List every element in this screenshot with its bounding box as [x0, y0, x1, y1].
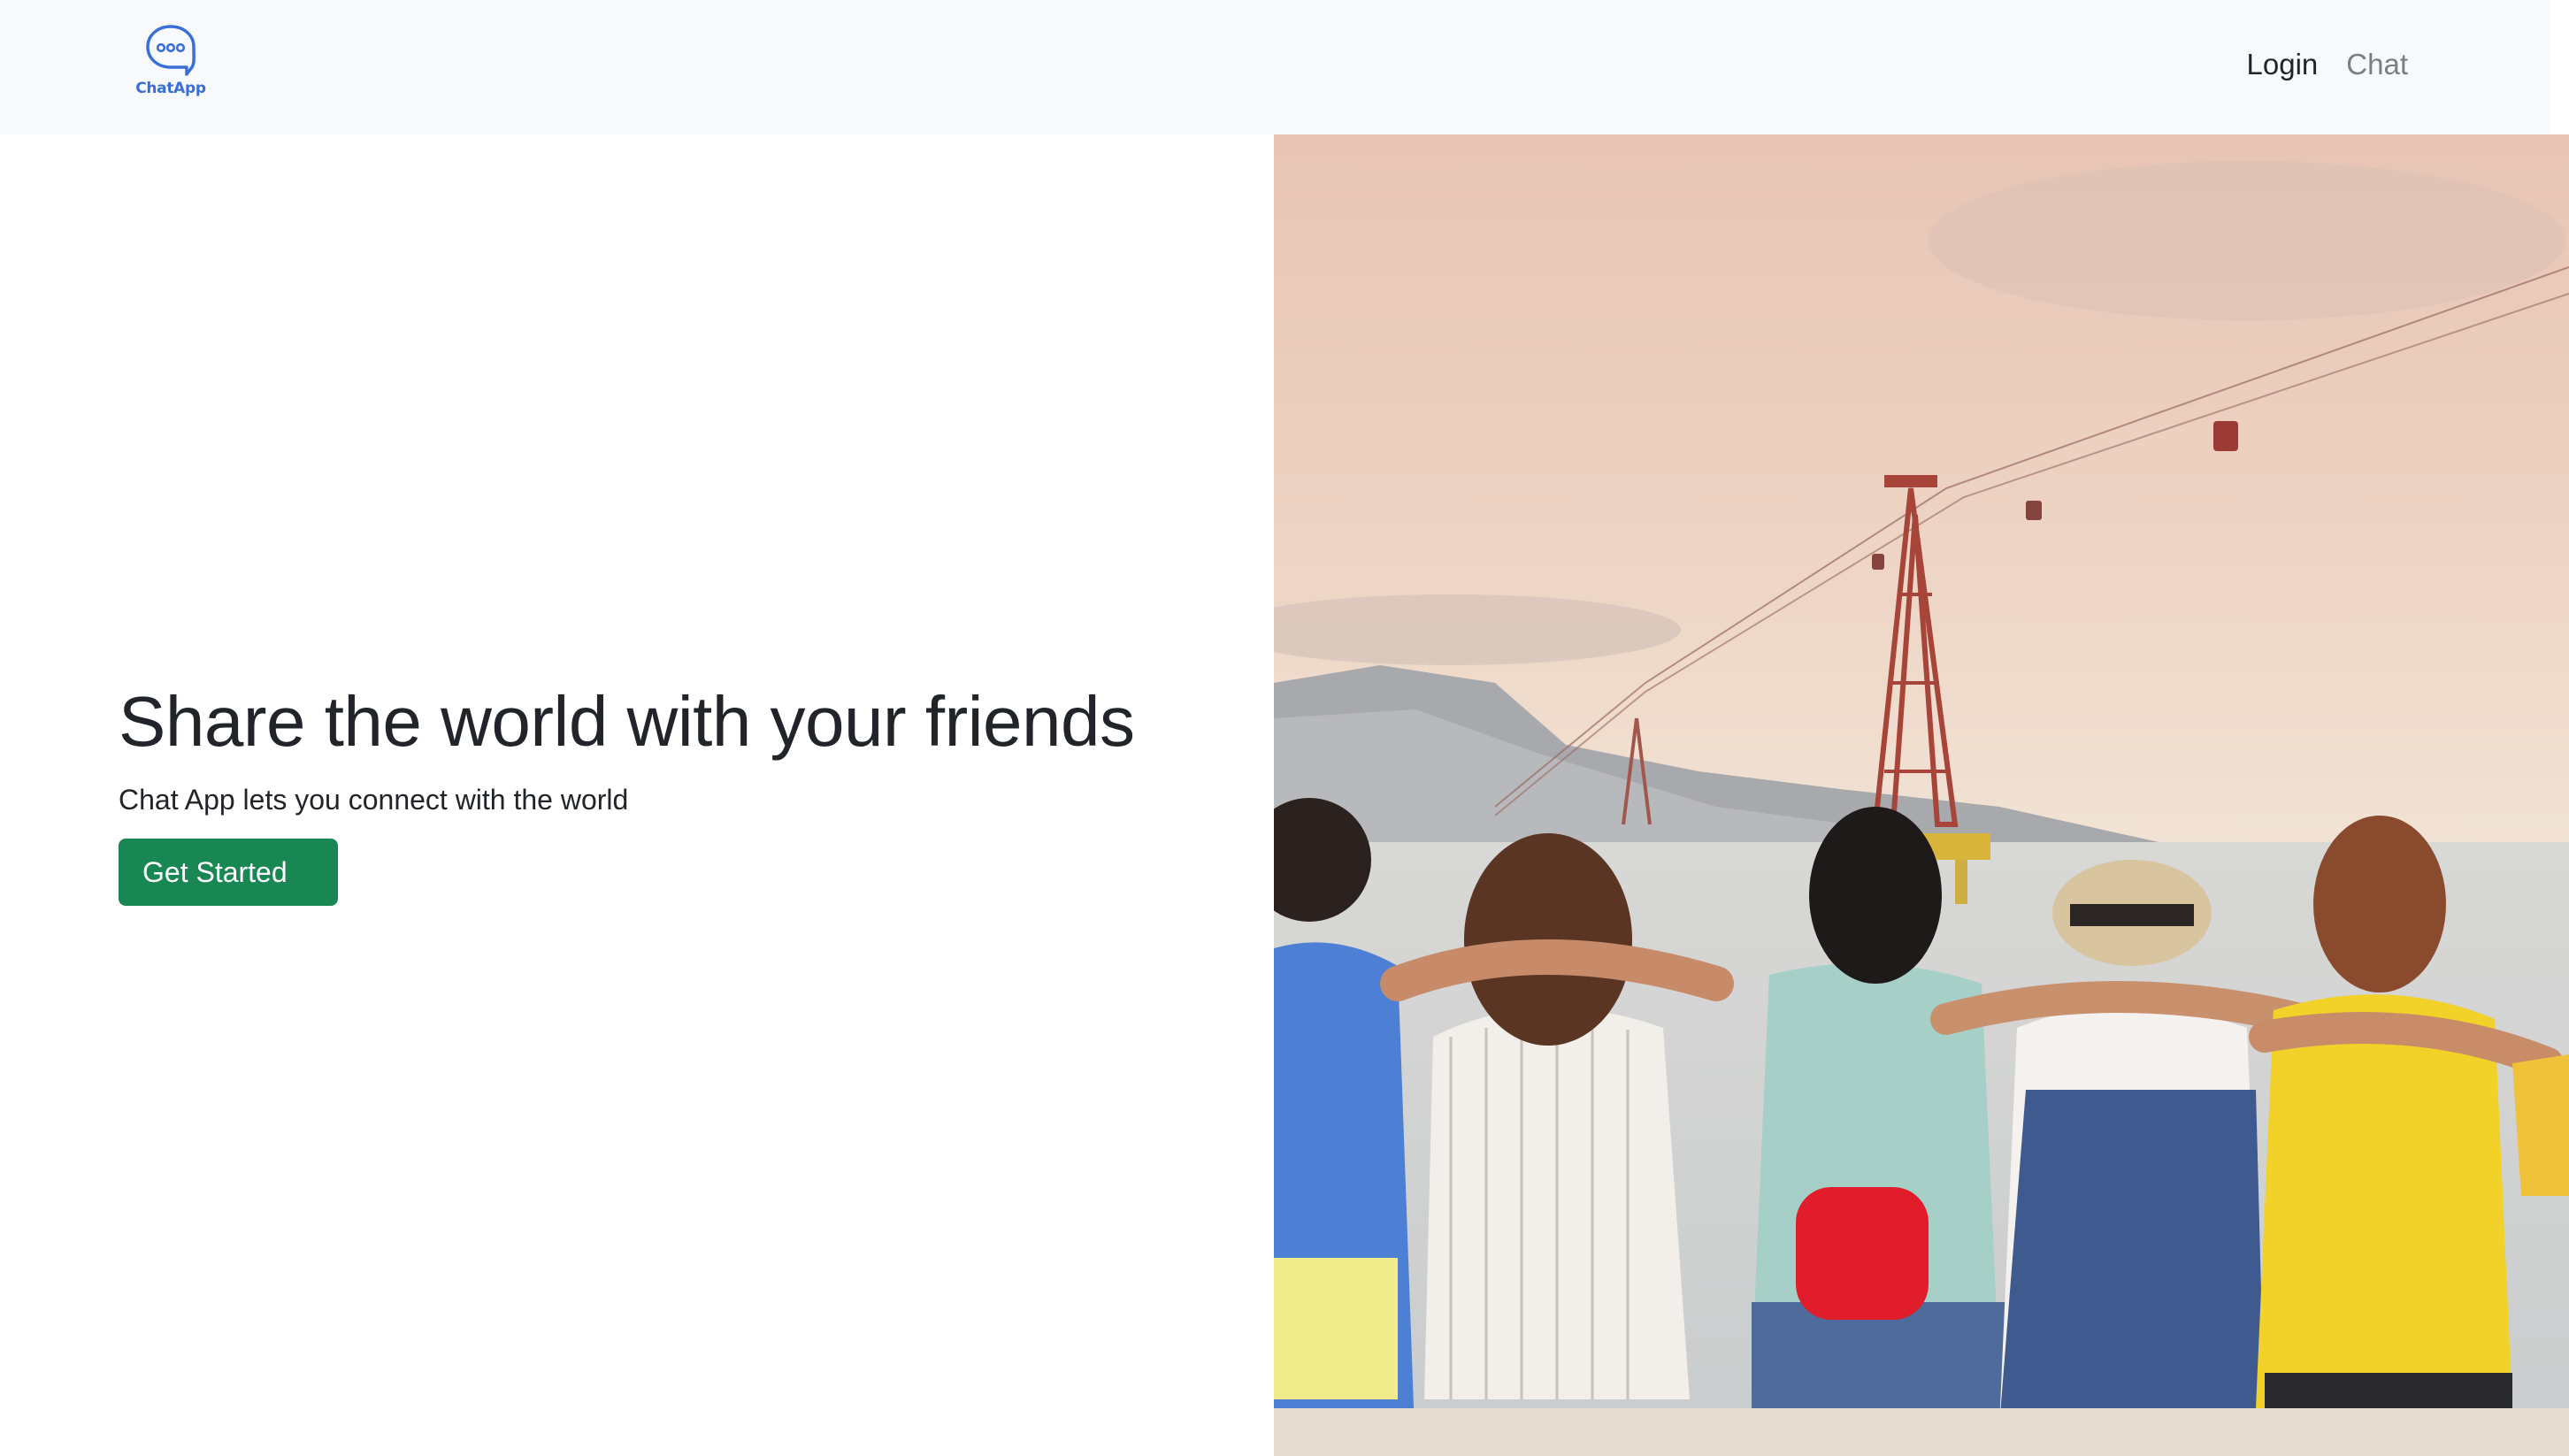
- brand-logo[interactable]: ChatApp: [134, 23, 207, 104]
- hero-title: Share the world with your friends: [119, 682, 1135, 761]
- get-started-button[interactable]: Get Started: [119, 839, 338, 906]
- logo-text: ChatApp: [135, 80, 206, 97]
- chat-bubble-icon: [146, 25, 196, 76]
- navbar: ChatApp Login Chat: [0, 0, 2550, 134]
- nav-link-login[interactable]: Login: [2247, 48, 2319, 81]
- friends-photo-illustration: [1274, 134, 2569, 1456]
- hero-text: Share the world with your friends Chat A…: [119, 679, 1224, 906]
- hero-subtitle: Chat App lets you connect with the world: [119, 784, 629, 816]
- nav-links: Login Chat: [2247, 48, 2408, 81]
- nav-link-chat[interactable]: Chat: [2346, 48, 2408, 81]
- hero-image: [1274, 134, 2569, 1456]
